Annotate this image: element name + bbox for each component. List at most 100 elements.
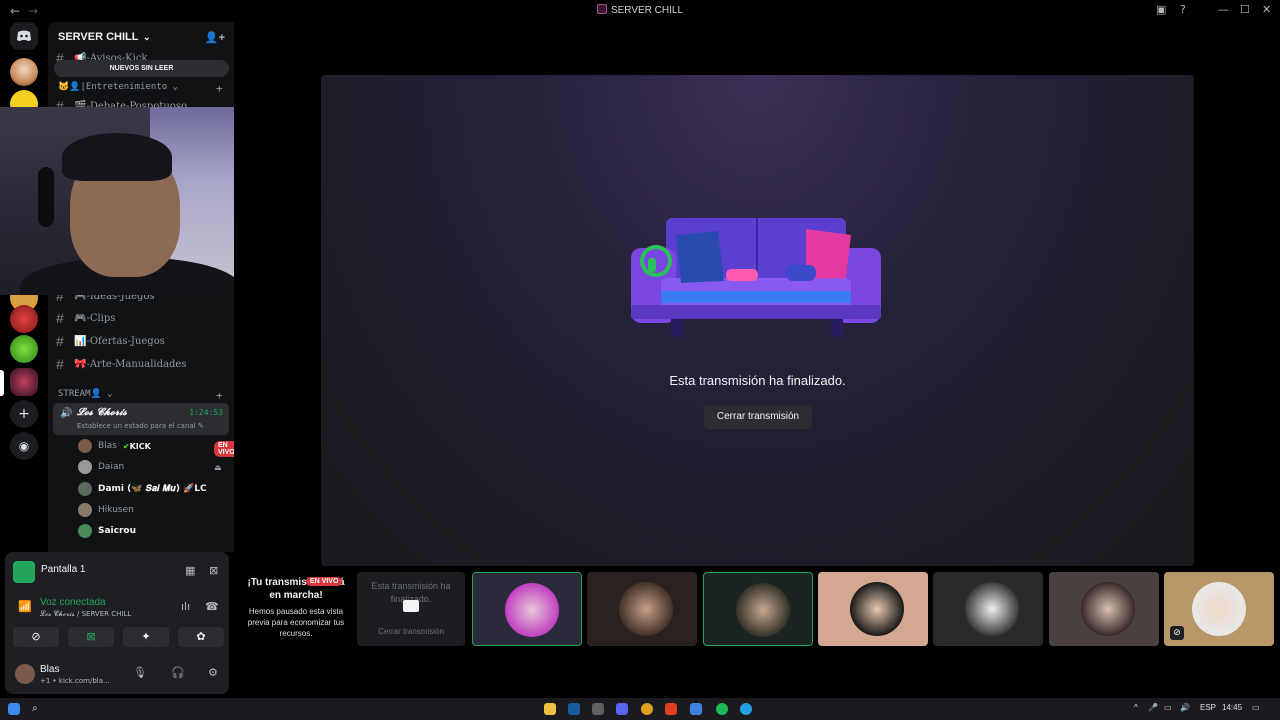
steam-icon[interactable] [568, 703, 580, 715]
tray-volume-icon[interactable]: 🔊 [1180, 703, 1190, 712]
window-title: SERVER CHILL [0, 4, 1280, 16]
server-icon-server-chill[interactable] [10, 368, 38, 396]
close-stream-button[interactable]: Cerrar transmisión [704, 405, 812, 429]
stream-ended-message: Esta transmisión ha finalizado. [669, 373, 846, 388]
participant-avatar [736, 583, 790, 637]
add-channel-icon[interactable]: + [216, 82, 223, 95]
voice-member-daian[interactable]: Daian ⏏ [78, 458, 228, 476]
self-close-stream-button[interactable]: Cerrar transmisión [357, 627, 465, 636]
speaker-icon: 🔊 [60, 408, 73, 419]
server-logo-icon [596, 4, 607, 14]
monitor-icon [403, 600, 419, 612]
couch-illustration [631, 218, 881, 337]
close-window-button[interactable]: ✕ [1262, 3, 1271, 16]
stream-ended-panel: Esta transmisión ha finalizado. Cerrar t… [321, 75, 1194, 566]
camera-off-icon: ⊘ [1170, 626, 1184, 640]
share-screen-button[interactable]: ⊠ [68, 627, 114, 647]
discord-taskbar-icon[interactable] [616, 703, 628, 715]
add-server-icon[interactable]: + [10, 400, 38, 428]
channel-ofertas-juegos[interactable]: # 📊-Ofertas-Juegos [56, 331, 228, 351]
channel-arte-manualidades[interactable]: # 🎀-Arte-Manualidades [56, 354, 228, 374]
notification-icon[interactable]: ▭ [1252, 703, 1260, 712]
avatar [15, 664, 35, 684]
voice-channel-name: 𝓛𝓸𝓼 𝓒𝓱𝓸𝓻𝓲𝓼 [77, 407, 127, 418]
category-entretenimiento[interactable]: 🐱👤|Entretenimiento ⌄ + [58, 82, 223, 95]
participant-avatar [505, 583, 559, 637]
windows-start-icon[interactable] [8, 703, 20, 715]
vpn-icon[interactable] [690, 703, 702, 715]
unread-pill[interactable]: NUEVOS SIN LEER [54, 60, 229, 77]
status-hint-text: Establece un estado para el canal [77, 422, 196, 430]
live-badge: EN VIVO [306, 577, 343, 586]
participant-tile-2[interactable] [587, 572, 697, 646]
participant-tile-6[interactable] [1049, 572, 1159, 646]
file-explorer-icon[interactable] [544, 703, 556, 715]
screen-share-icon [13, 561, 35, 583]
participant-tile-5[interactable] [933, 572, 1043, 646]
discord-home-icon[interactable] [10, 22, 38, 50]
edge-icon[interactable] [740, 703, 752, 715]
tray-network-icon[interactable]: ▭ [1164, 703, 1172, 712]
add-channel-icon[interactable]: + [216, 389, 223, 402]
headphones-icon[interactable]: 🎧 [171, 666, 185, 679]
participant-tile-7[interactable]: ⊘ [1164, 572, 1274, 646]
voice-member-dami[interactable]: Dami (🦋 𝑺𝒂𝒊 𝑴𝒖) 🚀LC [78, 480, 228, 498]
server-icon-green[interactable] [10, 335, 38, 363]
microphone-icon[interactable]: 🎙 [133, 666, 147, 679]
tray-mic-icon[interactable]: 🎤 [1148, 703, 1158, 712]
search-icon[interactable]: ⌕ [32, 703, 38, 714]
channel-label: 🎮-Clips [74, 312, 116, 324]
maximize-button[interactable]: ☐ [1240, 3, 1250, 16]
invite-people-icon[interactable]: 👤+ [205, 31, 225, 44]
self-stream-preview[interactable]: Esta transmisión ha finalizado. Cerrar t… [357, 572, 465, 646]
voice-member-hikusen[interactable]: Hikusen [78, 501, 228, 519]
brave-icon[interactable] [665, 703, 677, 715]
category-label: 🐱👤|Entretenimiento [58, 82, 168, 92]
app-icon[interactable] [592, 703, 604, 715]
grid-icon[interactable]: ▦ [185, 564, 195, 577]
paused-preview-card: ¡Tu transmisión está en marcha! EN VIVO … [241, 576, 351, 646]
stop-share-icon[interactable]: ⊠ [209, 564, 218, 577]
screen-label: Pantalla 1 [41, 564, 86, 575]
spotify-icon[interactable] [716, 703, 728, 715]
voice-timer: 1:24:53 [189, 408, 223, 417]
chrome-icon[interactable] [641, 703, 653, 715]
member-name: Daian [98, 462, 125, 472]
help-icon[interactable]: ? [1180, 3, 1186, 16]
kick-tag-text: KICK [129, 441, 151, 451]
paused-description: Hemos pausado esta vista previa para eco… [247, 607, 345, 638]
discord-window: ← → SERVER CHILL ▣ ? — ☐ ✕ + ◉ SERVER CH… [0, 0, 1280, 720]
set-status-hint[interactable]: Establece un estado para el canal ✎ [77, 422, 204, 430]
explore-compass-icon[interactable]: ◉ [10, 432, 38, 460]
category-stream[interactable]: STREAM👤 ⌄ + [58, 389, 223, 402]
member-name: Hikusen [98, 505, 134, 515]
disconnect-icon[interactable]: ☎ [205, 600, 219, 613]
minimize-button[interactable]: — [1218, 3, 1229, 16]
inbox-icon[interactable]: ▣ [1156, 3, 1166, 16]
participant-tile-4[interactable] [818, 572, 928, 646]
webcam-headset [38, 167, 54, 227]
signal-icon[interactable]: 📶 [18, 600, 32, 613]
user-info[interactable]: Blas +1 • kick.com/bla... 🎙 🎧 ⚙ [13, 664, 223, 690]
voice-member-saicrou[interactable]: Saicrou [78, 522, 228, 540]
voice-member-blas[interactable]: Blas ✔KICK EN VIVO [78, 437, 234, 457]
channel-clips[interactable]: # 🎮-Clips [56, 308, 228, 328]
language-indicator[interactable]: ESP [1200, 703, 1216, 712]
effects-button[interactable]: ✿ [178, 627, 224, 647]
voice-connected-label[interactable]: Voz conectada [40, 597, 106, 608]
soundboard-icon[interactable]: ılı [181, 600, 190, 613]
server-icon-anime[interactable] [10, 58, 38, 86]
member-name: Blas [98, 441, 117, 451]
activities-button[interactable]: ✦ [123, 627, 169, 647]
server-icon-red[interactable] [10, 305, 38, 333]
participant-tile-anime[interactable] [472, 572, 582, 646]
voice-connected-sub: 𝓛𝓸𝓼 𝓒𝓱𝓸𝓻𝓲𝓼 / SERVER CHILL [40, 610, 132, 618]
camera-toggle-button[interactable]: ⊘ [13, 627, 59, 647]
clock[interactable]: 14:45 [1222, 703, 1242, 712]
settings-gear-icon[interactable]: ⚙ [208, 666, 218, 679]
tray-chevron-icon[interactable]: ^ [1134, 703, 1138, 712]
participant-tile-3[interactable] [703, 572, 813, 646]
avatar [78, 482, 92, 496]
voice-channel-los-choris[interactable]: 🔊 𝓛𝓸𝓼 𝓒𝓱𝓸𝓻𝓲𝓼 1:24:53 Establece un estado… [53, 403, 229, 435]
chevron-down-icon: ⌄ [140, 32, 151, 42]
